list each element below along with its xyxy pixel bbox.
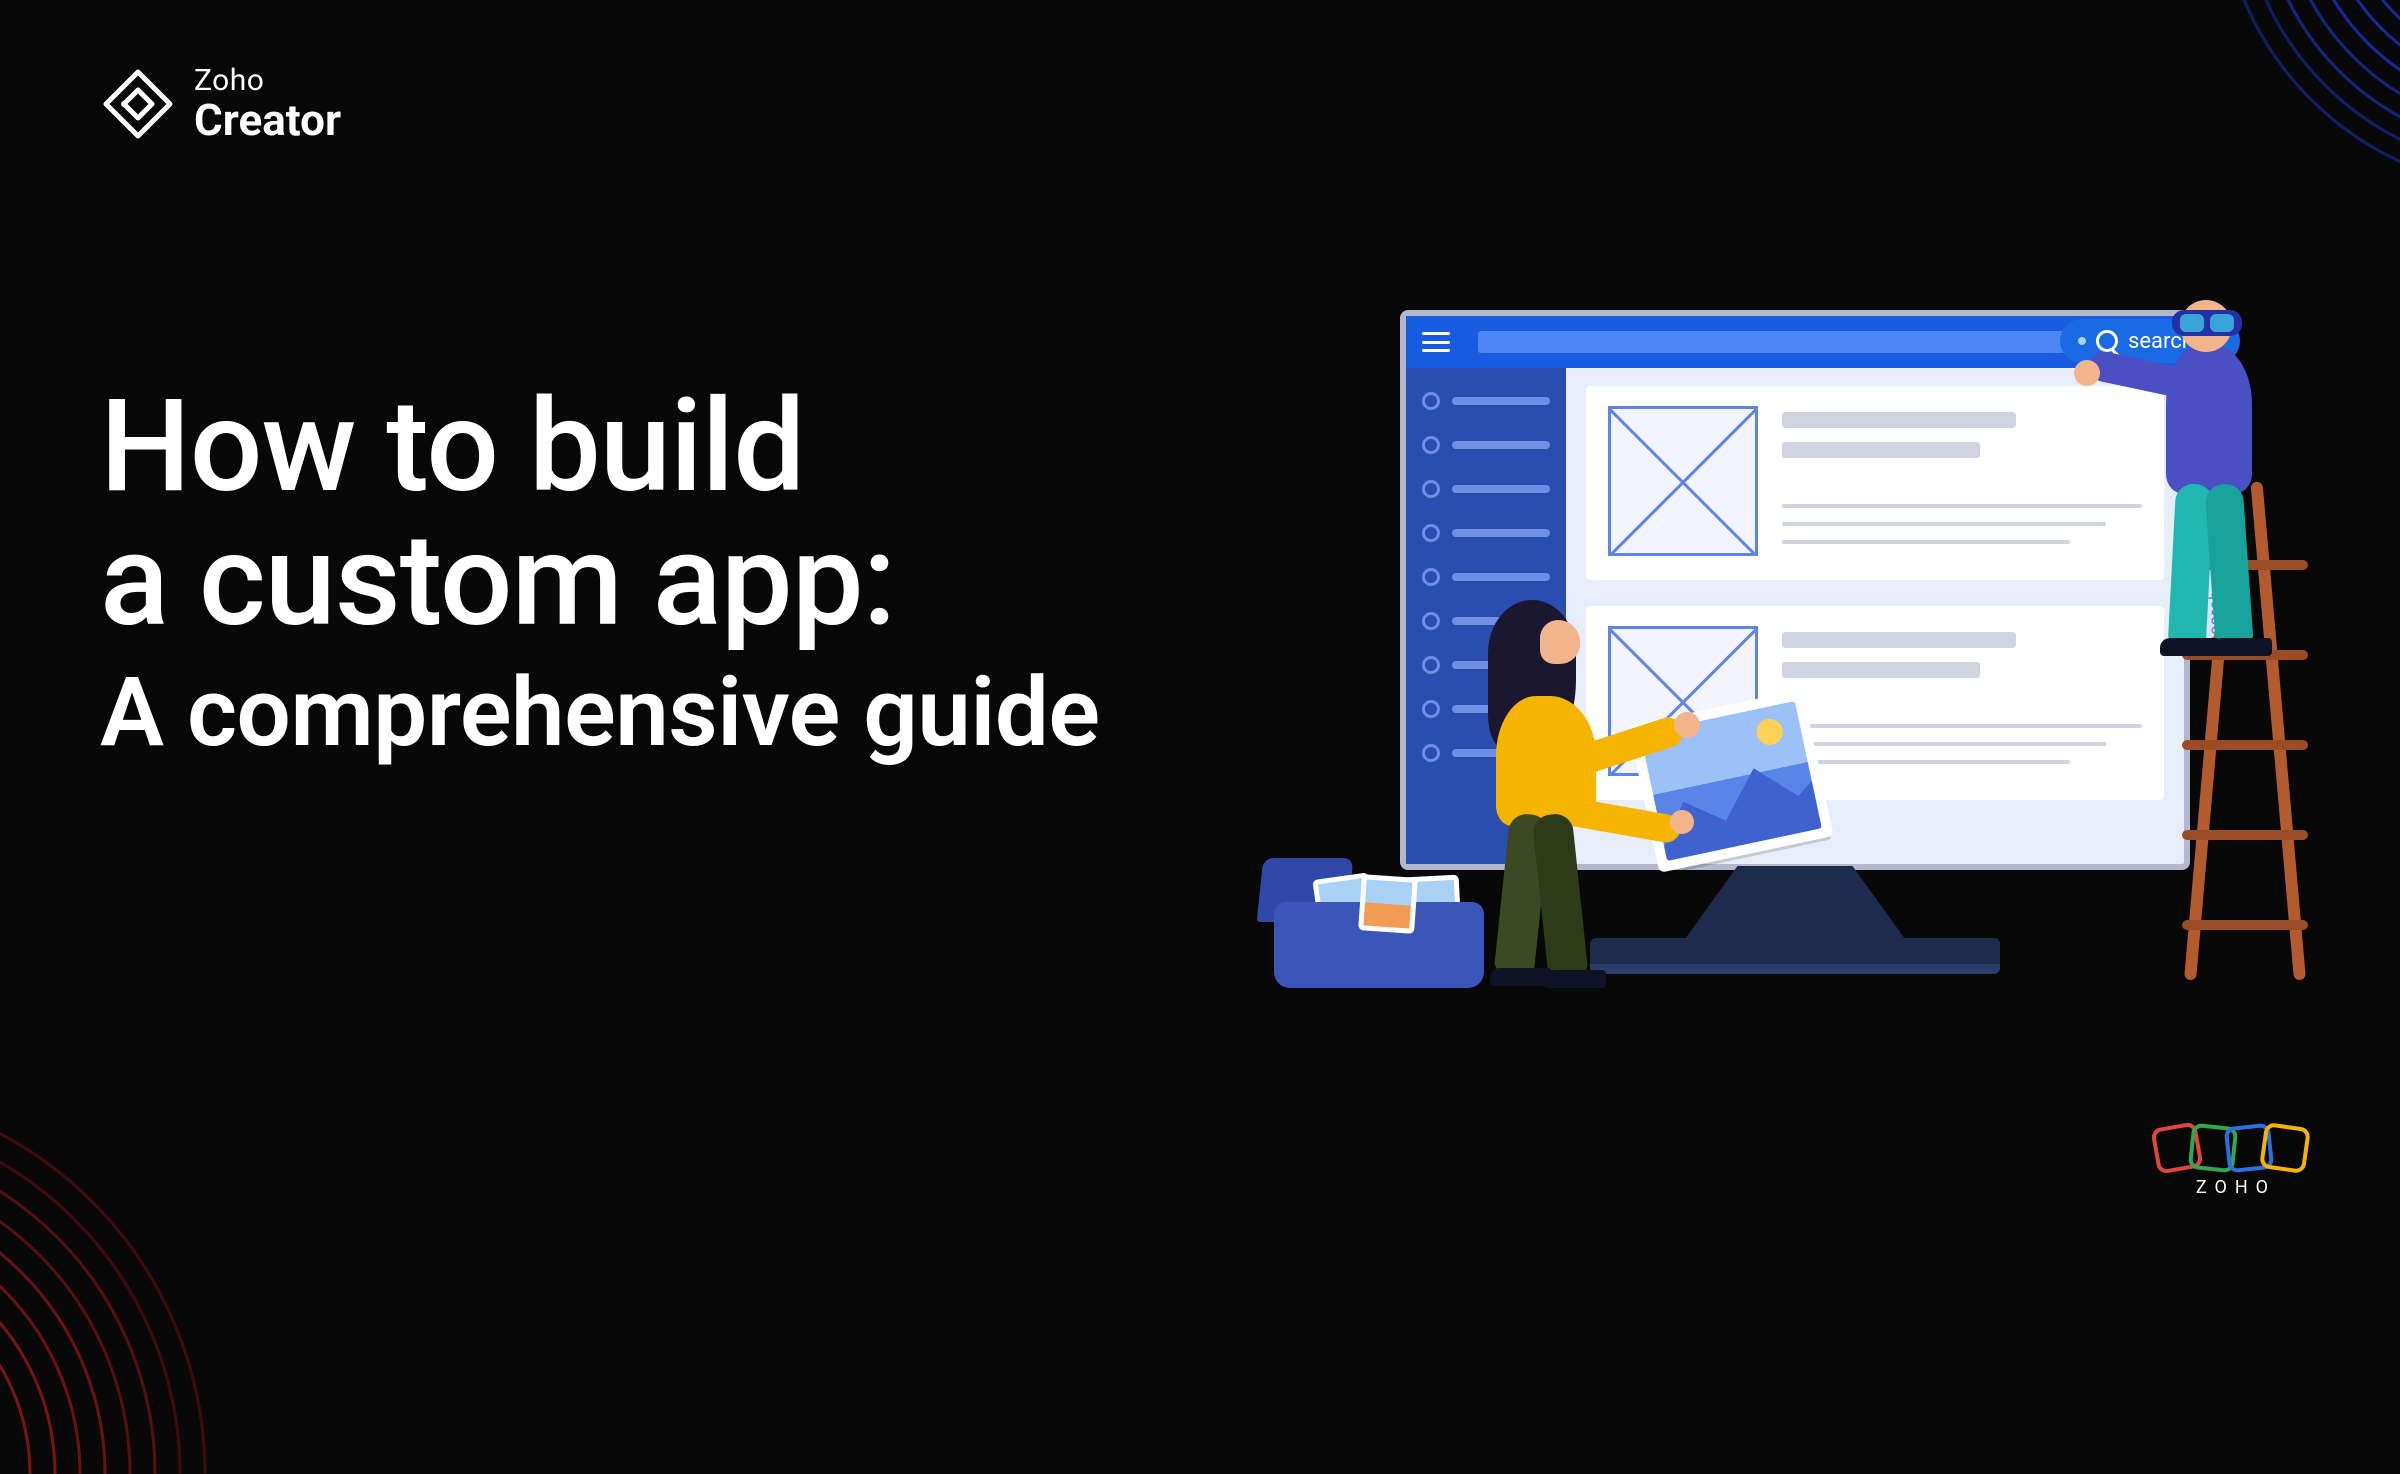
hero-illustration: search [1320,310,2320,1110]
placeholder-line [1782,760,2070,764]
placeholder-line [1782,412,2016,428]
toolbox [1274,868,1504,988]
vr-goggles-icon [2172,310,2242,336]
wireframe-thumb-icon [1608,406,1758,556]
placeholder-line [1782,540,2070,544]
zoho-footer-label: ZOHO [2164,1177,2308,1198]
brand-logo: Zoho Creator [100,65,341,143]
headline-line-2: a custom app: [100,514,1100,648]
sidebar-item [1422,524,1550,542]
creator-logo-icon [100,66,176,142]
mini-photo-icon [1358,874,1418,934]
brand-company: Zoho [194,65,341,97]
headline: How to build a custom app: A comprehensi… [100,380,1100,778]
placeholder-line [1782,442,1980,458]
decorative-arcs-top-right [2110,0,2400,300]
sun-icon [1754,716,1785,747]
appbar-placeholder [1478,331,2128,353]
brand-product: Creator [194,97,341,143]
placeholder-line [1782,632,2016,648]
monitor-stand [1680,866,1910,946]
headline-line-1: How to build [100,380,1100,514]
zoho-footer-logo: ZOHO [2164,1125,2308,1198]
hamburger-icon [1422,332,1450,352]
placeholder-line [1782,742,2106,746]
sidebar-item [1422,392,1550,410]
decorative-arcs-bottom-left [0,954,340,1474]
person-on-ladder [2060,300,2300,680]
placeholder-line [1782,724,2142,728]
zoho-tiles-icon [2164,1125,2308,1171]
sidebar-item [1422,436,1550,454]
placeholder-line [1782,522,2106,526]
sidebar-item [1422,480,1550,498]
headline-subtitle: A comprehensive guide [100,649,1100,779]
sidebar-item [1422,568,1550,586]
placeholder-line [1782,662,1980,678]
